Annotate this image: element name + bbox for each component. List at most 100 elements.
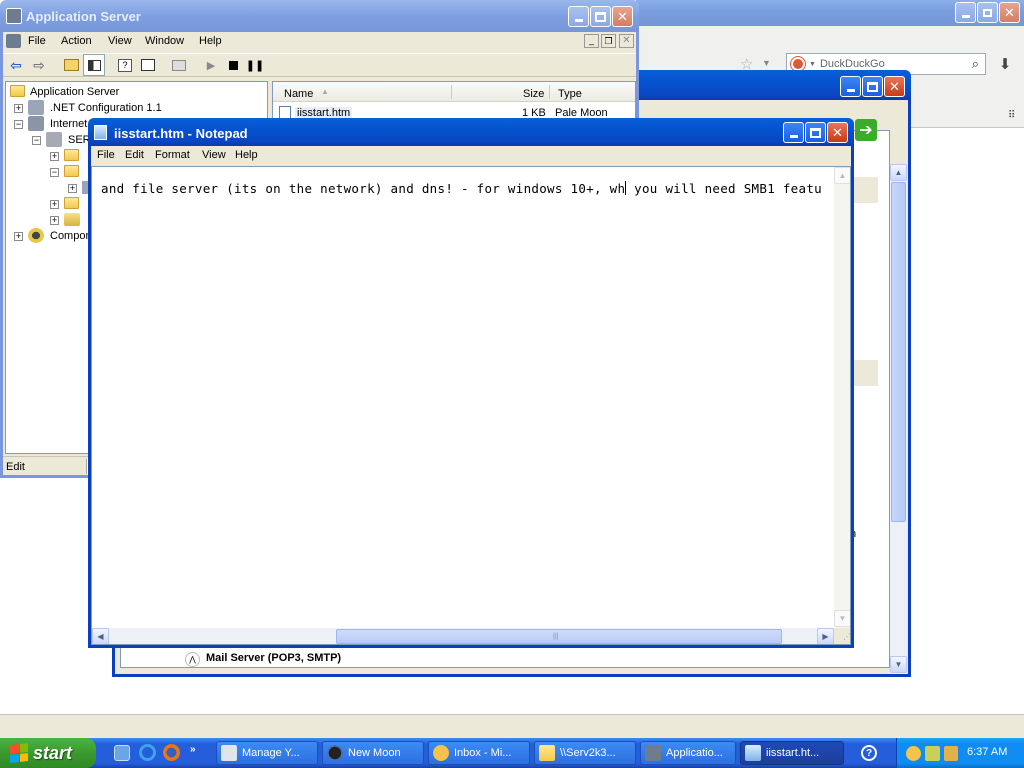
column-type[interactable]: Type bbox=[558, 88, 582, 100]
forward-button[interactable]: ⇨ bbox=[28, 54, 50, 76]
notepad-close-button[interactable]: ✕ bbox=[827, 122, 848, 143]
back-close-button[interactable]: ✕ bbox=[884, 76, 905, 97]
start-button-play[interactable]: ▶ bbox=[200, 54, 222, 76]
column-divider[interactable] bbox=[451, 85, 452, 99]
menu-action[interactable]: Action bbox=[61, 35, 92, 47]
vertical-scrollbar[interactable]: ▲ ▼ bbox=[834, 167, 850, 628]
tree-icon bbox=[87, 59, 101, 71]
system-tray: 6:37 AM bbox=[896, 738, 1024, 768]
browser-restore-button[interactable] bbox=[977, 2, 998, 23]
net-config-icon bbox=[28, 100, 44, 115]
help-button[interactable]: ? bbox=[852, 742, 886, 764]
show-desktop-icon[interactable] bbox=[114, 745, 130, 761]
menu-edit[interactable]: Edit bbox=[125, 149, 144, 161]
start-button[interactable]: start bbox=[0, 738, 96, 768]
connect-button[interactable] bbox=[168, 54, 190, 76]
browser-close-button[interactable]: ✕ bbox=[999, 2, 1020, 23]
scroll-left-button[interactable]: ◀ bbox=[92, 628, 109, 644]
forward-arrow-icon: ⇨ bbox=[33, 56, 45, 73]
size-grip-icon[interactable]: ⋰ bbox=[834, 628, 850, 644]
collapse-icon: − bbox=[14, 119, 23, 129]
menu-help[interactable]: Help bbox=[235, 149, 258, 161]
folder-icon bbox=[64, 149, 79, 161]
web-ext-icon bbox=[64, 213, 80, 226]
menu-file[interactable]: File bbox=[28, 35, 46, 47]
child-minimize-button[interactable]: _ bbox=[584, 34, 599, 48]
back-scrollbar[interactable]: ▲ ▼ bbox=[890, 164, 907, 674]
task-serv2k3[interactable]: \\Serv2k3... bbox=[534, 741, 636, 765]
task-new-moon[interactable]: New Moon bbox=[322, 741, 424, 765]
notepad-maximize-button[interactable] bbox=[805, 122, 826, 143]
task-label: \\Serv2k3... bbox=[560, 747, 616, 759]
folder-icon bbox=[64, 197, 79, 209]
task-application[interactable]: Applicatio... bbox=[640, 741, 736, 765]
collapse-chevron-icon[interactable]: ⋀ bbox=[185, 652, 200, 667]
task-manage[interactable]: Manage Y... bbox=[216, 741, 318, 765]
horizontal-scrollbar[interactable]: ◀ ||| ▶ bbox=[92, 628, 834, 644]
scroll-up-button[interactable]: ▲ bbox=[890, 164, 907, 181]
column-name[interactable]: Name bbox=[284, 88, 313, 100]
url-dropdown-icon[interactable]: ▼ bbox=[762, 58, 771, 68]
firefox-icon[interactable] bbox=[163, 744, 180, 761]
menu-window[interactable]: Window bbox=[145, 35, 184, 47]
task-notepad[interactable]: iisstart.ht... bbox=[740, 741, 844, 765]
app-close-button[interactable]: ✕ bbox=[612, 6, 633, 27]
column-divider[interactable] bbox=[549, 85, 550, 99]
minimize-icon bbox=[789, 135, 798, 138]
pause-button[interactable]: ❚❚ bbox=[244, 54, 266, 76]
mail-server-label[interactable]: Mail Server (POP3, SMTP) bbox=[206, 652, 341, 664]
back-maximize-button[interactable] bbox=[862, 76, 883, 97]
scroll-down-button[interactable]: ▼ bbox=[890, 656, 907, 673]
app-toolbar: ⇦ ⇨ ? ▶ ❚❚ bbox=[3, 53, 636, 77]
maximize-icon bbox=[810, 127, 821, 138]
quick-launch-overflow-icon[interactable]: » bbox=[190, 744, 196, 755]
scroll-thumb[interactable] bbox=[891, 182, 906, 522]
internet-explorer-icon[interactable] bbox=[139, 744, 156, 761]
notepad-icon bbox=[94, 125, 107, 140]
menu-help[interactable]: Help bbox=[199, 35, 222, 47]
search-icon[interactable]: ⌕ bbox=[972, 56, 979, 72]
folder-icon bbox=[10, 85, 25, 97]
menu-view[interactable]: View bbox=[108, 35, 132, 47]
back-button[interactable]: ⇦ bbox=[5, 54, 27, 76]
export-list-button[interactable] bbox=[137, 54, 159, 76]
menu-file[interactable]: File bbox=[97, 149, 115, 161]
notepad-text-area[interactable]: and file server (its on the network) and… bbox=[91, 166, 851, 645]
thunderbird-icon bbox=[433, 745, 449, 761]
stop-button[interactable] bbox=[222, 54, 244, 76]
security-tray-icon[interactable] bbox=[944, 746, 958, 761]
app-minimize-button[interactable] bbox=[568, 6, 589, 27]
folder-icon bbox=[539, 745, 555, 761]
download-button[interactable]: ⬇ bbox=[992, 53, 1018, 75]
back-minimize-button[interactable] bbox=[840, 76, 861, 97]
menu-overflow-icon[interactable]: ⠿ bbox=[1008, 110, 1015, 121]
up-level-button[interactable] bbox=[60, 54, 82, 76]
column-size[interactable]: Size bbox=[523, 88, 544, 100]
notepad-title-bar[interactable]: iisstart.htm - Notepad bbox=[88, 118, 854, 146]
mail-tray-icon[interactable] bbox=[906, 746, 921, 761]
show-hide-tree-button[interactable] bbox=[83, 54, 105, 76]
menu-view[interactable]: View bbox=[202, 149, 226, 161]
child-restore-button[interactable]: ❐ bbox=[601, 34, 616, 48]
search-input[interactable]: DuckDuckGo bbox=[820, 58, 885, 70]
minimize-icon bbox=[846, 89, 855, 92]
expand-icon: + bbox=[50, 215, 59, 225]
child-close-button[interactable]: ✕ bbox=[619, 34, 634, 48]
task-label: iisstart.ht... bbox=[766, 747, 820, 759]
search-engine-dropdown-icon: ▼ bbox=[809, 60, 816, 68]
app-maximize-button[interactable] bbox=[590, 6, 611, 27]
computer-icon bbox=[172, 59, 186, 71]
back-panel-header-2 bbox=[852, 360, 878, 386]
browser-minimize-button[interactable] bbox=[955, 2, 976, 23]
task-inbox[interactable]: Inbox - Mi... bbox=[428, 741, 530, 765]
go-arrow-icon[interactable]: ➔ bbox=[855, 119, 877, 141]
scroll-right-button[interactable]: ▶ bbox=[817, 628, 834, 644]
menu-format[interactable]: Format bbox=[155, 149, 190, 161]
app-server-title-bar[interactable]: Application Server bbox=[0, 0, 639, 32]
scroll-up-button[interactable]: ▲ bbox=[834, 167, 850, 184]
properties-button[interactable]: ? bbox=[114, 54, 136, 76]
horizontal-scroll-thumb[interactable]: ||| bbox=[336, 629, 782, 644]
network-tray-icon[interactable] bbox=[925, 746, 940, 761]
notepad-minimize-button[interactable] bbox=[783, 122, 804, 143]
scroll-down-button[interactable]: ▼ bbox=[834, 610, 850, 627]
